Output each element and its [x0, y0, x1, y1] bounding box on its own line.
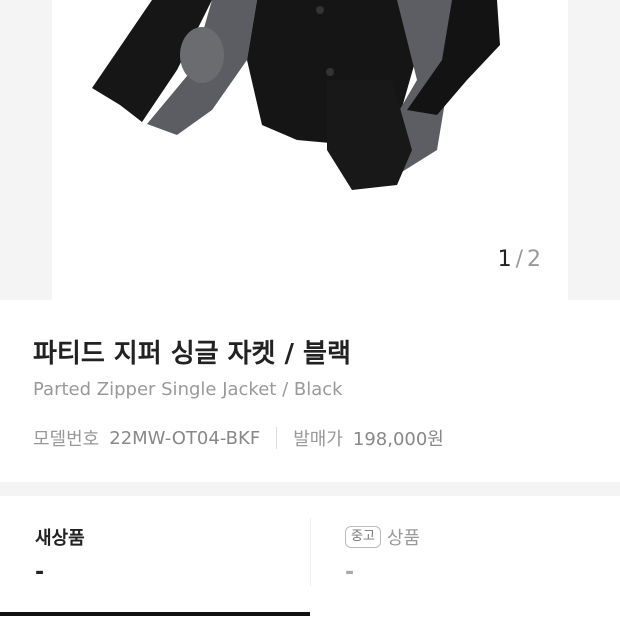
used-badge: 중고: [345, 526, 381, 548]
image-counter-total: 2: [527, 247, 542, 272]
product-subtitle: Parted Zipper Single Jacket / Black: [33, 379, 343, 400]
tab-used[interactable]: 중고 상품 -: [310, 496, 620, 620]
tab-new-price: -: [35, 560, 45, 585]
image-counter: 1/2: [498, 247, 542, 272]
release-price-label: 발매가: [293, 429, 343, 450]
condition-tabs: 새상품 - 중고 상품 -: [0, 496, 620, 620]
product-image-gallery[interactable]: 1/2: [0, 0, 620, 300]
image-counter-separator: /: [515, 247, 524, 272]
image-counter-current: 1: [497, 247, 513, 272]
tab-used-price: -: [345, 560, 355, 585]
model-number-label: 모델번호: [33, 429, 100, 450]
tab-used-label: 상품: [386, 528, 421, 549]
product-info: 파티드 지퍼 싱글 자켓 / 블랙 Parted Zipper Single J…: [0, 300, 620, 482]
tab-new-label: 새상품: [35, 528, 85, 549]
product-photo[interactable]: 1/2: [52, 0, 568, 300]
release-price-value: 198,000원: [352, 429, 444, 450]
tab-new[interactable]: 새상품 -: [0, 496, 310, 620]
product-meta: 모델번호 22MW-OT04-BKF 발매가 198,000원: [33, 425, 444, 451]
jacket-illustration: [92, 0, 500, 190]
active-tab-indicator: [0, 612, 310, 616]
section-separator: [0, 482, 620, 496]
tab-used-label-group: 중고 상품: [345, 524, 420, 550]
model-number-value: 22MW-OT04-BKF: [109, 427, 261, 449]
meta-divider: [276, 427, 278, 449]
product-title: 파티드 지퍼 싱글 자켓 / 블랙: [33, 339, 351, 369]
